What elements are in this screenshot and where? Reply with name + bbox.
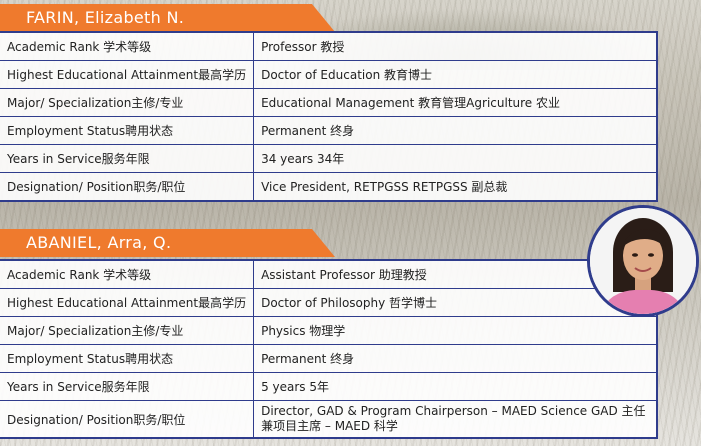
table-row: Designation/ Position职务/职位 Vice Presiden…	[0, 172, 659, 202]
field-value: Permanent 终身	[253, 344, 659, 373]
profile-name-tab: ABANIEL, Arra, Q.	[0, 229, 335, 257]
field-label: Academic Rank 学术等级	[0, 31, 255, 61]
table-row: Employment Status聘用状态 Permanent 终身	[0, 116, 659, 145]
field-value: 34 years 34年	[253, 144, 659, 173]
field-label: Highest Educational Attainment最高学历	[0, 288, 255, 317]
profile-photo	[587, 205, 699, 317]
field-value: Vice President, RETPGSS RETPGSS 副总裁	[253, 172, 659, 202]
table-row: Academic Rank 学术等级 Professor 教授	[0, 31, 659, 61]
table-row: Academic Rank 学术等级 Assistant Professor 助…	[0, 259, 659, 289]
field-label: Major/ Specialization主修/专业	[0, 316, 255, 345]
table-row: Major/ Specialization主修/专业 Educational M…	[0, 88, 659, 117]
field-label: Designation/ Position职务/职位	[0, 172, 255, 202]
table-row: Employment Status聘用状态 Permanent 终身	[0, 344, 659, 373]
field-value: Doctor of Education 教育博士	[253, 60, 659, 89]
field-label: Employment Status聘用状态	[0, 116, 255, 145]
table-row: Highest Educational Attainment最高学历 Docto…	[0, 288, 659, 317]
field-label: Designation/ Position职务/职位	[0, 400, 255, 439]
profile-name-tab: FARIN, Elizabeth N.	[0, 4, 335, 32]
field-value: 5 years 5年	[253, 372, 659, 401]
field-value: Professor 教授	[253, 31, 659, 61]
field-value: Director, GAD & Program Chairperson – MA…	[253, 400, 659, 439]
field-label: Major/ Specialization主修/专业	[0, 88, 255, 117]
table-row: Major/ Specialization主修/专业 Physics 物理学	[0, 316, 659, 345]
field-value: Permanent 终身	[253, 116, 659, 145]
table-row: Designation/ Position职务/职位 Director, GAD…	[0, 400, 659, 439]
field-value: Educational Management 教育管理Agriculture 农…	[253, 88, 659, 117]
profile-info-table: Academic Rank 学术等级 Assistant Professor 助…	[0, 259, 659, 439]
field-label: Years in Service服务年限	[0, 144, 255, 173]
field-label: Years in Service服务年限	[0, 372, 255, 401]
profile-info-table: Academic Rank 学术等级 Professor 教授 Highest …	[0, 31, 659, 202]
field-label: Employment Status聘用状态	[0, 344, 255, 373]
portrait-illustration	[590, 208, 696, 314]
table-row: Years in Service服务年限 5 years 5年	[0, 372, 659, 401]
field-label: Highest Educational Attainment最高学历	[0, 60, 255, 89]
field-label: Academic Rank 学术等级	[0, 259, 255, 289]
table-row: Years in Service服务年限 34 years 34年	[0, 144, 659, 173]
table-row: Highest Educational Attainment最高学历 Docto…	[0, 60, 659, 89]
field-value: Physics 物理学	[253, 316, 659, 345]
